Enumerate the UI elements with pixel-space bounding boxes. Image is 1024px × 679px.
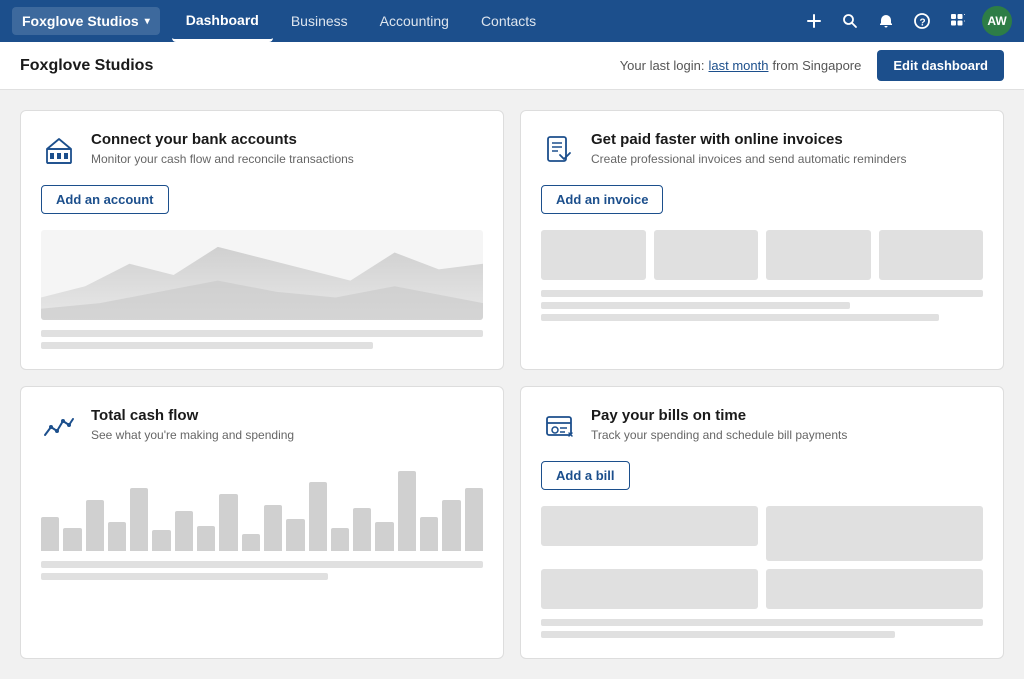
chart-bar [309, 482, 327, 551]
chart-bar [398, 471, 416, 551]
card-title-bills: Pay your bills on time [591, 407, 847, 424]
grid-icon-button[interactable] [942, 5, 974, 37]
inv-block [541, 230, 646, 280]
nav-item-dashboard[interactable]: Dashboard [172, 0, 273, 42]
nav-item-accounting[interactable]: Accounting [366, 0, 463, 42]
bill-block [541, 506, 758, 546]
placeholder-row [41, 342, 373, 349]
chart-bar [63, 528, 81, 551]
cashflow-chart-placeholder [41, 461, 483, 551]
login-info: Your last login: last month from Singapo… [620, 58, 862, 73]
bill-block [766, 569, 983, 609]
placeholder-row [41, 330, 483, 337]
user-avatar[interactable]: AW [982, 6, 1012, 36]
chart-bar [152, 530, 170, 551]
bills-icon [541, 409, 577, 445]
add-bill-button[interactable]: Add a bill [541, 461, 630, 490]
nav-item-contacts[interactable]: Contacts [467, 0, 550, 42]
chart-bar [242, 534, 260, 551]
main-content: Connect your bank accounts Monitor your … [0, 90, 1024, 679]
card-text-bills: Pay your bills on time Track your spendi… [591, 407, 847, 442]
search-icon-button[interactable] [834, 5, 866, 37]
inv-block [879, 230, 984, 280]
placeholder-row [541, 619, 983, 626]
chart-bar [442, 500, 460, 551]
chart-bar [331, 528, 349, 551]
nav-right-actions: ? AW [798, 5, 1012, 37]
cashflow-text-placeholder [41, 561, 483, 580]
placeholder-row [41, 561, 483, 568]
bank-icon [41, 133, 77, 169]
card-text-invoice: Get paid faster with online invoices Cre… [591, 131, 907, 166]
card-header-bills: Pay your bills on time Track your spendi… [541, 407, 983, 445]
card-subtitle-bills: Track your spending and schedule bill pa… [591, 428, 847, 442]
cashflow-icon [41, 409, 77, 445]
invoice-text-placeholder [541, 290, 983, 321]
placeholder-row [541, 290, 983, 297]
login-text-before: Your last login: [620, 58, 705, 73]
invoices-card: Get paid faster with online invoices Cre… [520, 110, 1004, 370]
brand-label: Foxglove Studios [22, 13, 139, 29]
top-navigation: Foxglove Studios ▾ Dashboard Business Ac… [0, 0, 1024, 42]
chart-bar [130, 488, 148, 551]
edit-dashboard-button[interactable]: Edit dashboard [877, 50, 1004, 81]
card-subtitle-invoice: Create professional invoices and send au… [591, 152, 907, 166]
page-title: Foxglove Studios [20, 57, 153, 75]
nav-item-business[interactable]: Business [277, 0, 362, 42]
bank-text-placeholder [41, 330, 483, 349]
cashflow-card: Total cash flow See what you're making a… [20, 386, 504, 659]
add-account-button[interactable]: Add an account [41, 185, 169, 214]
card-text-bank: Connect your bank accounts Monitor your … [91, 131, 354, 166]
add-invoice-button[interactable]: Add an invoice [541, 185, 663, 214]
chart-bar [86, 500, 104, 551]
bill-block [541, 569, 758, 609]
bills-card: Pay your bills on time Track your spendi… [520, 386, 1004, 659]
bank-accounts-card: Connect your bank accounts Monitor your … [20, 110, 504, 370]
placeholder-row [541, 314, 939, 321]
bank-chart-placeholder [41, 230, 483, 320]
card-header-bank: Connect your bank accounts Monitor your … [41, 131, 483, 169]
chart-bar [175, 511, 193, 551]
placeholder-row [541, 631, 895, 638]
placeholder-row [541, 302, 850, 309]
bill-block [766, 506, 983, 561]
chart-bar [465, 488, 483, 551]
login-text-after: from Singapore [772, 58, 861, 73]
card-title-cashflow: Total cash flow [91, 407, 294, 424]
add-icon-button[interactable] [798, 5, 830, 37]
card-title-bank: Connect your bank accounts [91, 131, 354, 148]
chart-bar [420, 517, 438, 551]
chart-bar [353, 508, 371, 551]
chart-bar [197, 526, 215, 551]
inv-block [766, 230, 871, 280]
invoice-icon [541, 133, 577, 169]
card-header-cashflow: Total cash flow See what you're making a… [41, 407, 483, 445]
svg-text:?: ? [920, 18, 926, 29]
card-text-cashflow: Total cash flow See what you're making a… [91, 407, 294, 442]
invoice-placeholder [541, 230, 983, 280]
card-subtitle-bank: Monitor your cash flow and reconcile tra… [91, 152, 354, 166]
login-link[interactable]: last month [709, 58, 769, 73]
inv-block [654, 230, 759, 280]
sub-header: Foxglove Studios Your last login: last m… [0, 42, 1024, 90]
bell-icon-button[interactable] [870, 5, 902, 37]
placeholder-row [41, 573, 328, 580]
bills-text-placeholder [541, 619, 983, 638]
chart-bar [375, 522, 393, 551]
card-header-invoice: Get paid faster with online invoices Cre… [541, 131, 983, 169]
brand-menu[interactable]: Foxglove Studios ▾ [12, 7, 160, 35]
help-icon-button[interactable]: ? [906, 5, 938, 37]
card-title-invoice: Get paid faster with online invoices [591, 131, 907, 148]
chart-bar [41, 517, 59, 551]
chart-bar [286, 519, 304, 551]
chart-bar [264, 505, 282, 551]
card-subtitle-cashflow: See what you're making and spending [91, 428, 294, 442]
brand-chevron-icon: ▾ [145, 16, 150, 27]
bills-placeholder [541, 506, 983, 609]
chart-bar [219, 494, 237, 551]
chart-bar [108, 522, 126, 551]
